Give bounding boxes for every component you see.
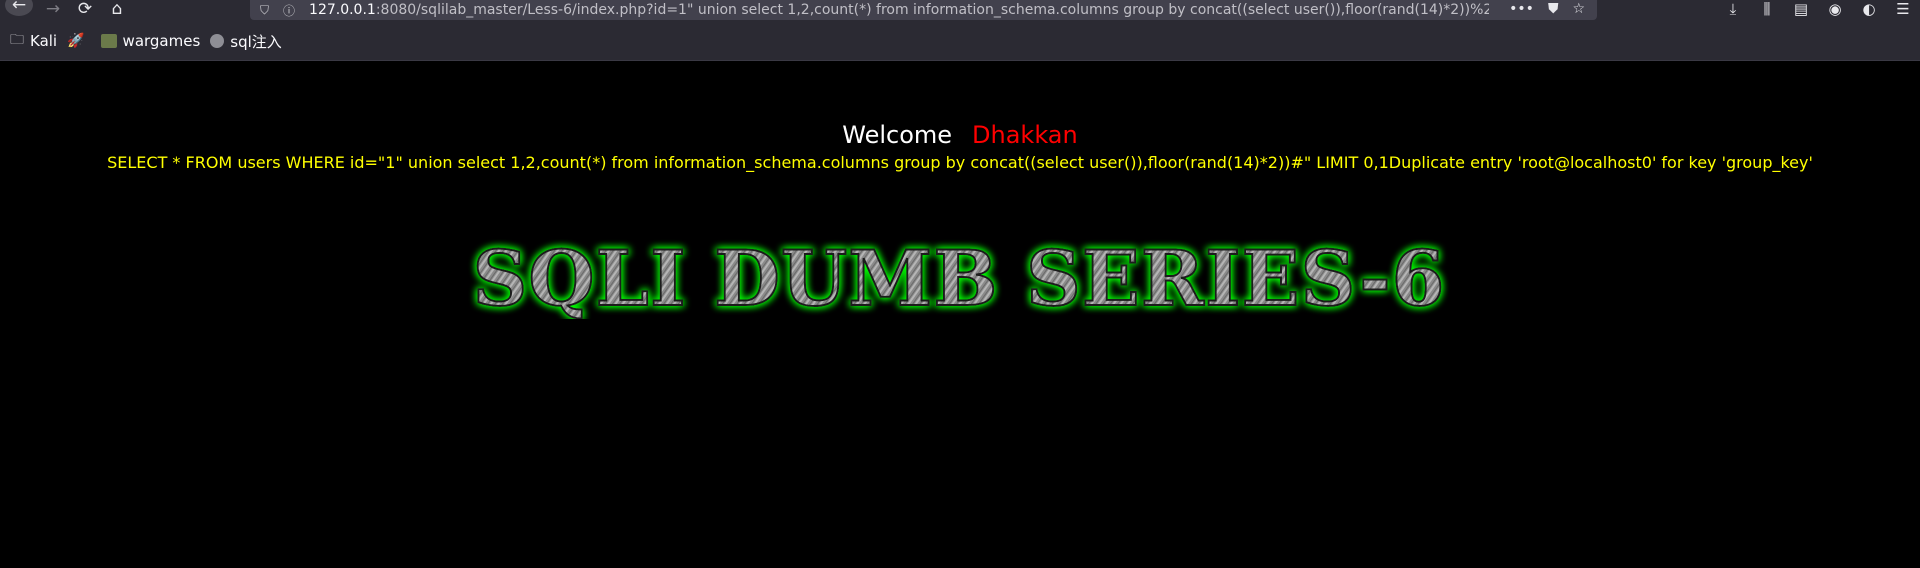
url-text[interactable]: 127.0.0.1:8080/sqlilab_master/Less-6/ind…	[309, 2, 1489, 18]
back-button[interactable]: ←	[5, 0, 33, 16]
browser-toolbar: ← → ⟳ ⌂ ⛉ ⓘ 127.0.0.1:8080/sqlilab_maste…	[0, 0, 1920, 22]
rocket-icon: 🚀	[67, 33, 85, 49]
welcome-label: Welcome	[842, 121, 953, 149]
bookmark-label: Kali	[30, 32, 58, 50]
wargames-icon	[100, 34, 117, 48]
info-icon[interactable]: ⓘ	[283, 2, 295, 19]
welcome-message: Welcome Dhakkan	[0, 121, 1920, 149]
folder-icon: 🗀	[10, 32, 24, 48]
reload-icon: ⟳	[77, 0, 93, 19]
github-icon	[210, 34, 225, 48]
extension-icon[interactable]: ◐	[1858, 0, 1880, 18]
sidebar-icon[interactable]: ▤	[1790, 0, 1812, 18]
forward-button[interactable]: →	[40, 0, 66, 20]
library-icon[interactable]: ⫼	[1756, 0, 1778, 18]
download-icon[interactable]: ⤓	[1722, 0, 1744, 18]
home-button[interactable]: ⌂	[104, 0, 130, 20]
bookmark-star-icon[interactable]: ☆	[1572, 0, 1585, 18]
bookmark-rocket[interactable]: 🚀	[67, 33, 90, 49]
bookmark-wargames[interactable]: wargames	[100, 32, 201, 50]
forward-arrow-icon: →	[45, 0, 61, 19]
reload-button[interactable]: ⟳	[72, 0, 98, 20]
back-arrow-icon: ←	[11, 0, 27, 15]
sqli-dumb-series-logo: SQLI DUMB SERIES-6	[471, 239, 1445, 319]
pocket-icon[interactable]: ⛊	[1548, 0, 1559, 18]
page-content: Welcome Dhakkan SELECT * FROM users WHERE…	[0, 61, 1920, 568]
sql-output: SELECT * FROM users WHERE id="1" union s…	[107, 153, 1813, 172]
bookmark-label: sql注入	[230, 32, 282, 51]
home-icon: ⌂	[111, 0, 123, 19]
url-bar[interactable]: ⛉ ⓘ 127.0.0.1:8080/sqlilab_master/Less-6…	[250, 0, 1597, 20]
user-name: Dhakkan	[972, 121, 1078, 149]
bookmarks-bar: 🗀 Kali 🚀 wargames sql注入	[0, 22, 1920, 61]
bookmark-sql[interactable]: sql注入	[210, 31, 282, 52]
more-actions-icon[interactable]: •••	[1509, 0, 1534, 18]
bookmark-kali[interactable]: 🗀 Kali	[10, 29, 57, 53]
shield-icon[interactable]: ⛉	[260, 3, 269, 18]
url-host: 127.0.0.1	[309, 2, 376, 18]
bookmark-label: wargames	[122, 32, 201, 50]
url-path: :8080/sqlilab_master/Less-6/index.php?id…	[375, 2, 1490, 18]
menu-icon[interactable]: ☰	[1892, 0, 1914, 18]
account-icon[interactable]: ◉	[1824, 0, 1846, 18]
logo-text: SQLI DUMB SERIES-6	[472, 239, 1445, 319]
